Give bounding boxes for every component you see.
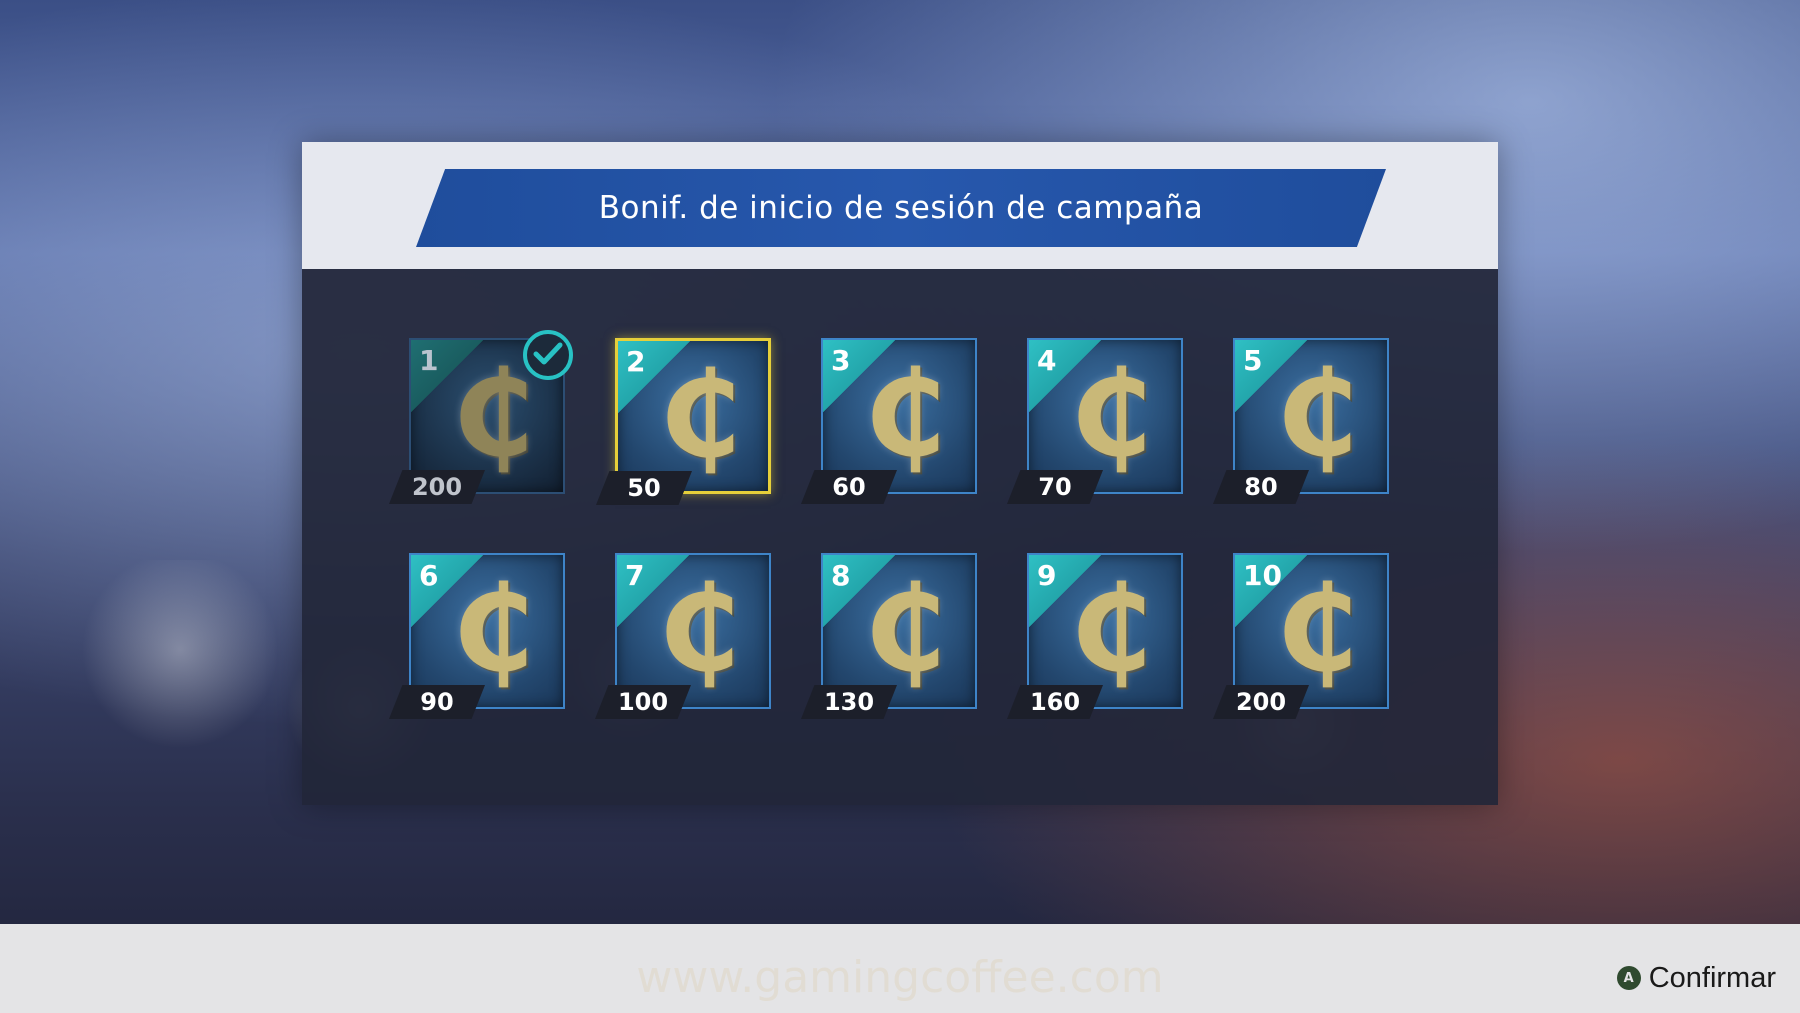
- day-number: 2: [626, 345, 646, 378]
- amount-label: 100: [595, 685, 691, 719]
- a-button-icon: A: [1616, 966, 1641, 990]
- day-number: 9: [1037, 559, 1057, 592]
- coin-icon: ₵: [1275, 345, 1359, 483]
- bonus-day-2[interactable]: 2 ₵ 50: [596, 338, 771, 505]
- coin-icon: ₵: [1069, 560, 1153, 698]
- login-bonus-panel: Bonif. de inicio de sesión de campaña 1 …: [302, 142, 1498, 805]
- day-number: 8: [831, 559, 851, 592]
- amount-label: 60: [801, 470, 897, 504]
- coin-icon: ₵: [657, 560, 741, 698]
- day-number: 3: [831, 344, 851, 377]
- coin-icon: ₵: [863, 560, 947, 698]
- confirm-button[interactable]: A Confirmar: [1616, 960, 1776, 996]
- bonus-day-9[interactable]: 9 ₵ 160: [1007, 553, 1183, 719]
- amount-label: 200: [389, 470, 485, 504]
- amount-label: 200: [1213, 685, 1309, 719]
- amount-label: 70: [1007, 470, 1103, 504]
- day-number: 4: [1037, 344, 1057, 377]
- bonus-day-1[interactable]: 1 ₵ 200: [389, 330, 573, 504]
- bonus-day-8[interactable]: 8 ₵ 130: [801, 553, 977, 719]
- bonus-day-10[interactable]: 10 ₵ 200: [1213, 553, 1389, 719]
- bonus-day-6[interactable]: 6 ₵ 90: [389, 553, 565, 719]
- day-number: 7: [625, 559, 645, 592]
- coin-icon: ₵: [451, 345, 535, 483]
- coin-icon: ₵: [1275, 560, 1359, 698]
- check-icon: [523, 330, 573, 380]
- amount-label: 50: [596, 471, 692, 505]
- day-number: 6: [419, 559, 439, 592]
- confirm-label: Confirmar: [1648, 961, 1776, 994]
- coin-icon: ₵: [451, 560, 535, 698]
- amount-label: 80: [1213, 470, 1309, 504]
- bonus-day-7[interactable]: 7 ₵ 100: [595, 553, 771, 719]
- amount-label: 90: [389, 685, 485, 719]
- bonus-day-4[interactable]: 4 ₵ 70: [1007, 338, 1183, 504]
- bonus-day-3[interactable]: 3 ₵ 60: [801, 338, 977, 504]
- coin-icon: ₵: [658, 346, 742, 484]
- bonus-grid: 1 ₵ 200 2 ₵ 50 3 ₵ 60 4 ₵ 70 5 ₵ 80 6 ₵ …: [302, 142, 1498, 805]
- coin-icon: ₵: [863, 345, 947, 483]
- amount-label: 160: [1007, 685, 1103, 719]
- coin-icon: ₵: [1069, 345, 1153, 483]
- bonus-day-5[interactable]: 5 ₵ 80: [1213, 338, 1389, 504]
- watermark-text: www.gamingcoffee.com: [636, 952, 1164, 1003]
- amount-label: 130: [801, 685, 897, 719]
- day-number: 1: [419, 344, 439, 377]
- day-number: 5: [1243, 344, 1263, 377]
